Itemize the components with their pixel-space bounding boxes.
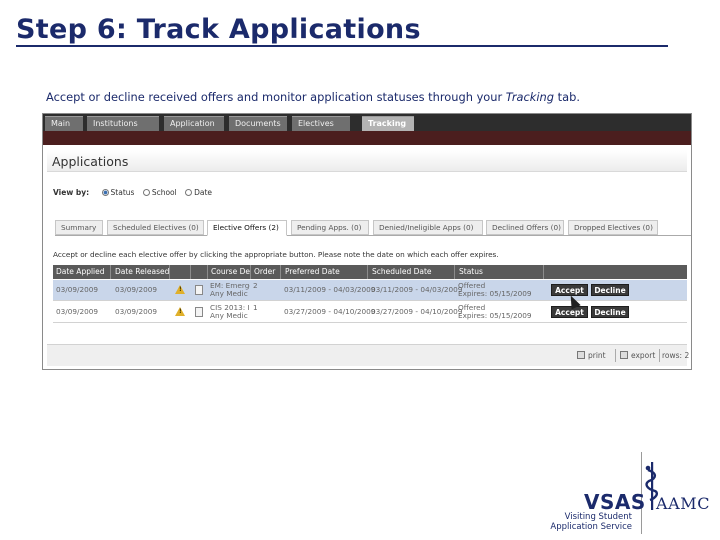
footer-divider (659, 349, 660, 362)
print-label: print (588, 351, 606, 360)
vsas-tagline-line2: Application Service (550, 522, 632, 532)
footer-divider (615, 349, 616, 362)
cell-order: 1 (253, 304, 258, 312)
caption-text-start: Accept or decline received offers and mo… (46, 90, 506, 104)
printer-icon (577, 351, 585, 359)
subtab-summary[interactable]: Summary (55, 220, 103, 235)
instruction-text: Accept or decline each elective offer by… (53, 250, 499, 259)
radio-date-label: Date (194, 188, 213, 197)
cell-date-released: 03/09/2009 (115, 286, 158, 294)
cell-date-applied: 03/09/2009 (56, 308, 99, 316)
cell-date-applied: 03/09/2009 (56, 286, 99, 294)
slide-title: Step 6: Track Applications (16, 14, 421, 45)
slide-caption: Accept or decline received offers and mo… (46, 90, 580, 104)
table-header: Date Applied Date Released Course Desc O… (53, 265, 687, 279)
radio-date[interactable] (185, 189, 193, 196)
nav-tab-electives[interactable]: Electives (292, 116, 350, 131)
radio-status-label: Status (110, 188, 135, 197)
col-status[interactable]: Status (456, 265, 544, 279)
print-link[interactable]: print (577, 351, 606, 360)
subtab-pending-apps[interactable]: Pending Apps. (0) (291, 220, 369, 235)
vsas-tagline-line1: Visiting Student (564, 512, 632, 522)
aamc-logo: AAMC (656, 494, 711, 513)
nav-tab-main[interactable]: Main (45, 116, 83, 131)
subtab-declined-offers[interactable]: Declined Offers (0) (486, 220, 564, 235)
caption-text-end: tab. (554, 90, 580, 104)
subtab-dropped-electives[interactable]: Dropped Electives (0) (568, 220, 658, 235)
export-link[interactable]: export (620, 351, 655, 360)
cell-order: 2 (253, 282, 258, 290)
col-order[interactable]: Order (251, 265, 281, 279)
course-detail: Any Medic (210, 311, 248, 321)
document-icon[interactable] (195, 285, 203, 295)
cell-status: Offered Expires: 05/15/2009 (458, 304, 532, 321)
nav-tab-documents[interactable]: Documents (229, 116, 287, 131)
accept-button[interactable]: Accept (551, 306, 588, 318)
col-date-released[interactable]: Date Released (112, 265, 170, 279)
nav-tab-application[interactable]: Application (164, 116, 224, 131)
export-icon (620, 351, 628, 359)
vsas-logo: VSAS (584, 490, 646, 514)
cell-status: Offered Expires: 05/15/2009 (458, 282, 532, 299)
decline-button[interactable]: Decline (591, 284, 629, 296)
row-count: rows: 2 (662, 351, 690, 360)
radio-school-label: School (151, 188, 177, 197)
col-course-desc[interactable]: Course Desc (208, 265, 251, 279)
table-footer: print export rows: 2 (47, 344, 690, 366)
col-alert (171, 265, 191, 279)
document-icon[interactable] (195, 307, 203, 317)
page-title: Applications (52, 154, 129, 169)
col-doc (192, 265, 208, 279)
radio-status[interactable] (101, 189, 109, 196)
accept-button[interactable]: Accept (551, 284, 588, 296)
table-row[interactable]: 03/09/2009 03/09/2009 ! EM: Emerger Any … (53, 280, 687, 301)
course-detail: Any Medic (210, 289, 248, 299)
cell-preferred-date: 03/11/2009 - 04/03/2009 (284, 286, 376, 294)
warning-icon: ! (175, 285, 185, 294)
col-date-applied[interactable]: Date Applied (53, 265, 111, 279)
warning-icon: ! (175, 307, 185, 316)
col-preferred-date[interactable]: Preferred Date (282, 265, 368, 279)
cell-course[interactable]: CIS 2013: I Any Medic (210, 304, 250, 321)
table-row[interactable]: 03/09/2009 03/09/2009 ! CIS 2013: I Any … (53, 302, 687, 323)
vsas-tagline: Visiting Student Application Service (548, 512, 632, 532)
subtab-scheduled-electives[interactable]: Scheduled Electives (0) (107, 220, 204, 235)
decline-button[interactable]: Decline (591, 306, 629, 318)
col-actions (545, 265, 687, 279)
view-by-selector: View by: Status School Date (53, 188, 212, 197)
view-by-label: View by: (53, 188, 90, 197)
page-header: Applications (47, 150, 687, 172)
export-label: export (631, 351, 656, 360)
cell-preferred-date: 03/27/2009 - 04/10/2009 (284, 308, 376, 316)
subtab-elective-offers[interactable]: Elective Offers (2) (207, 220, 287, 236)
title-underline (16, 45, 668, 47)
header-bar (43, 131, 691, 145)
cell-scheduled-date: 03/11/2009 - 04/03/2009 (371, 286, 463, 294)
nav-tab-tracking[interactable]: Tracking (362, 116, 414, 131)
caption-tracking-emphasis: Tracking (505, 90, 555, 104)
cell-date-released: 03/09/2009 (115, 308, 158, 316)
cell-course[interactable]: EM: Emerger Any Medic (210, 282, 250, 299)
cell-scheduled-date: 03/27/2009 - 04/10/2009 (371, 308, 463, 316)
status-subtabs: Summary Scheduled Electives (0) Elective… (55, 219, 691, 236)
subtab-denied-ineligible[interactable]: Denied/Ineligible Apps (0) (373, 220, 483, 235)
col-scheduled-date[interactable]: Scheduled Date (369, 265, 455, 279)
radio-school[interactable] (142, 189, 150, 196)
nav-tab-institutions[interactable]: Institutions (87, 116, 159, 131)
status-expiry: Expires: 05/15/2009 (458, 289, 532, 299)
status-expiry: Expires: 05/15/2009 (458, 311, 532, 321)
top-navigation: Main Institutions Application Documents … (43, 114, 691, 131)
application-screenshot: Main Institutions Application Documents … (42, 113, 692, 370)
